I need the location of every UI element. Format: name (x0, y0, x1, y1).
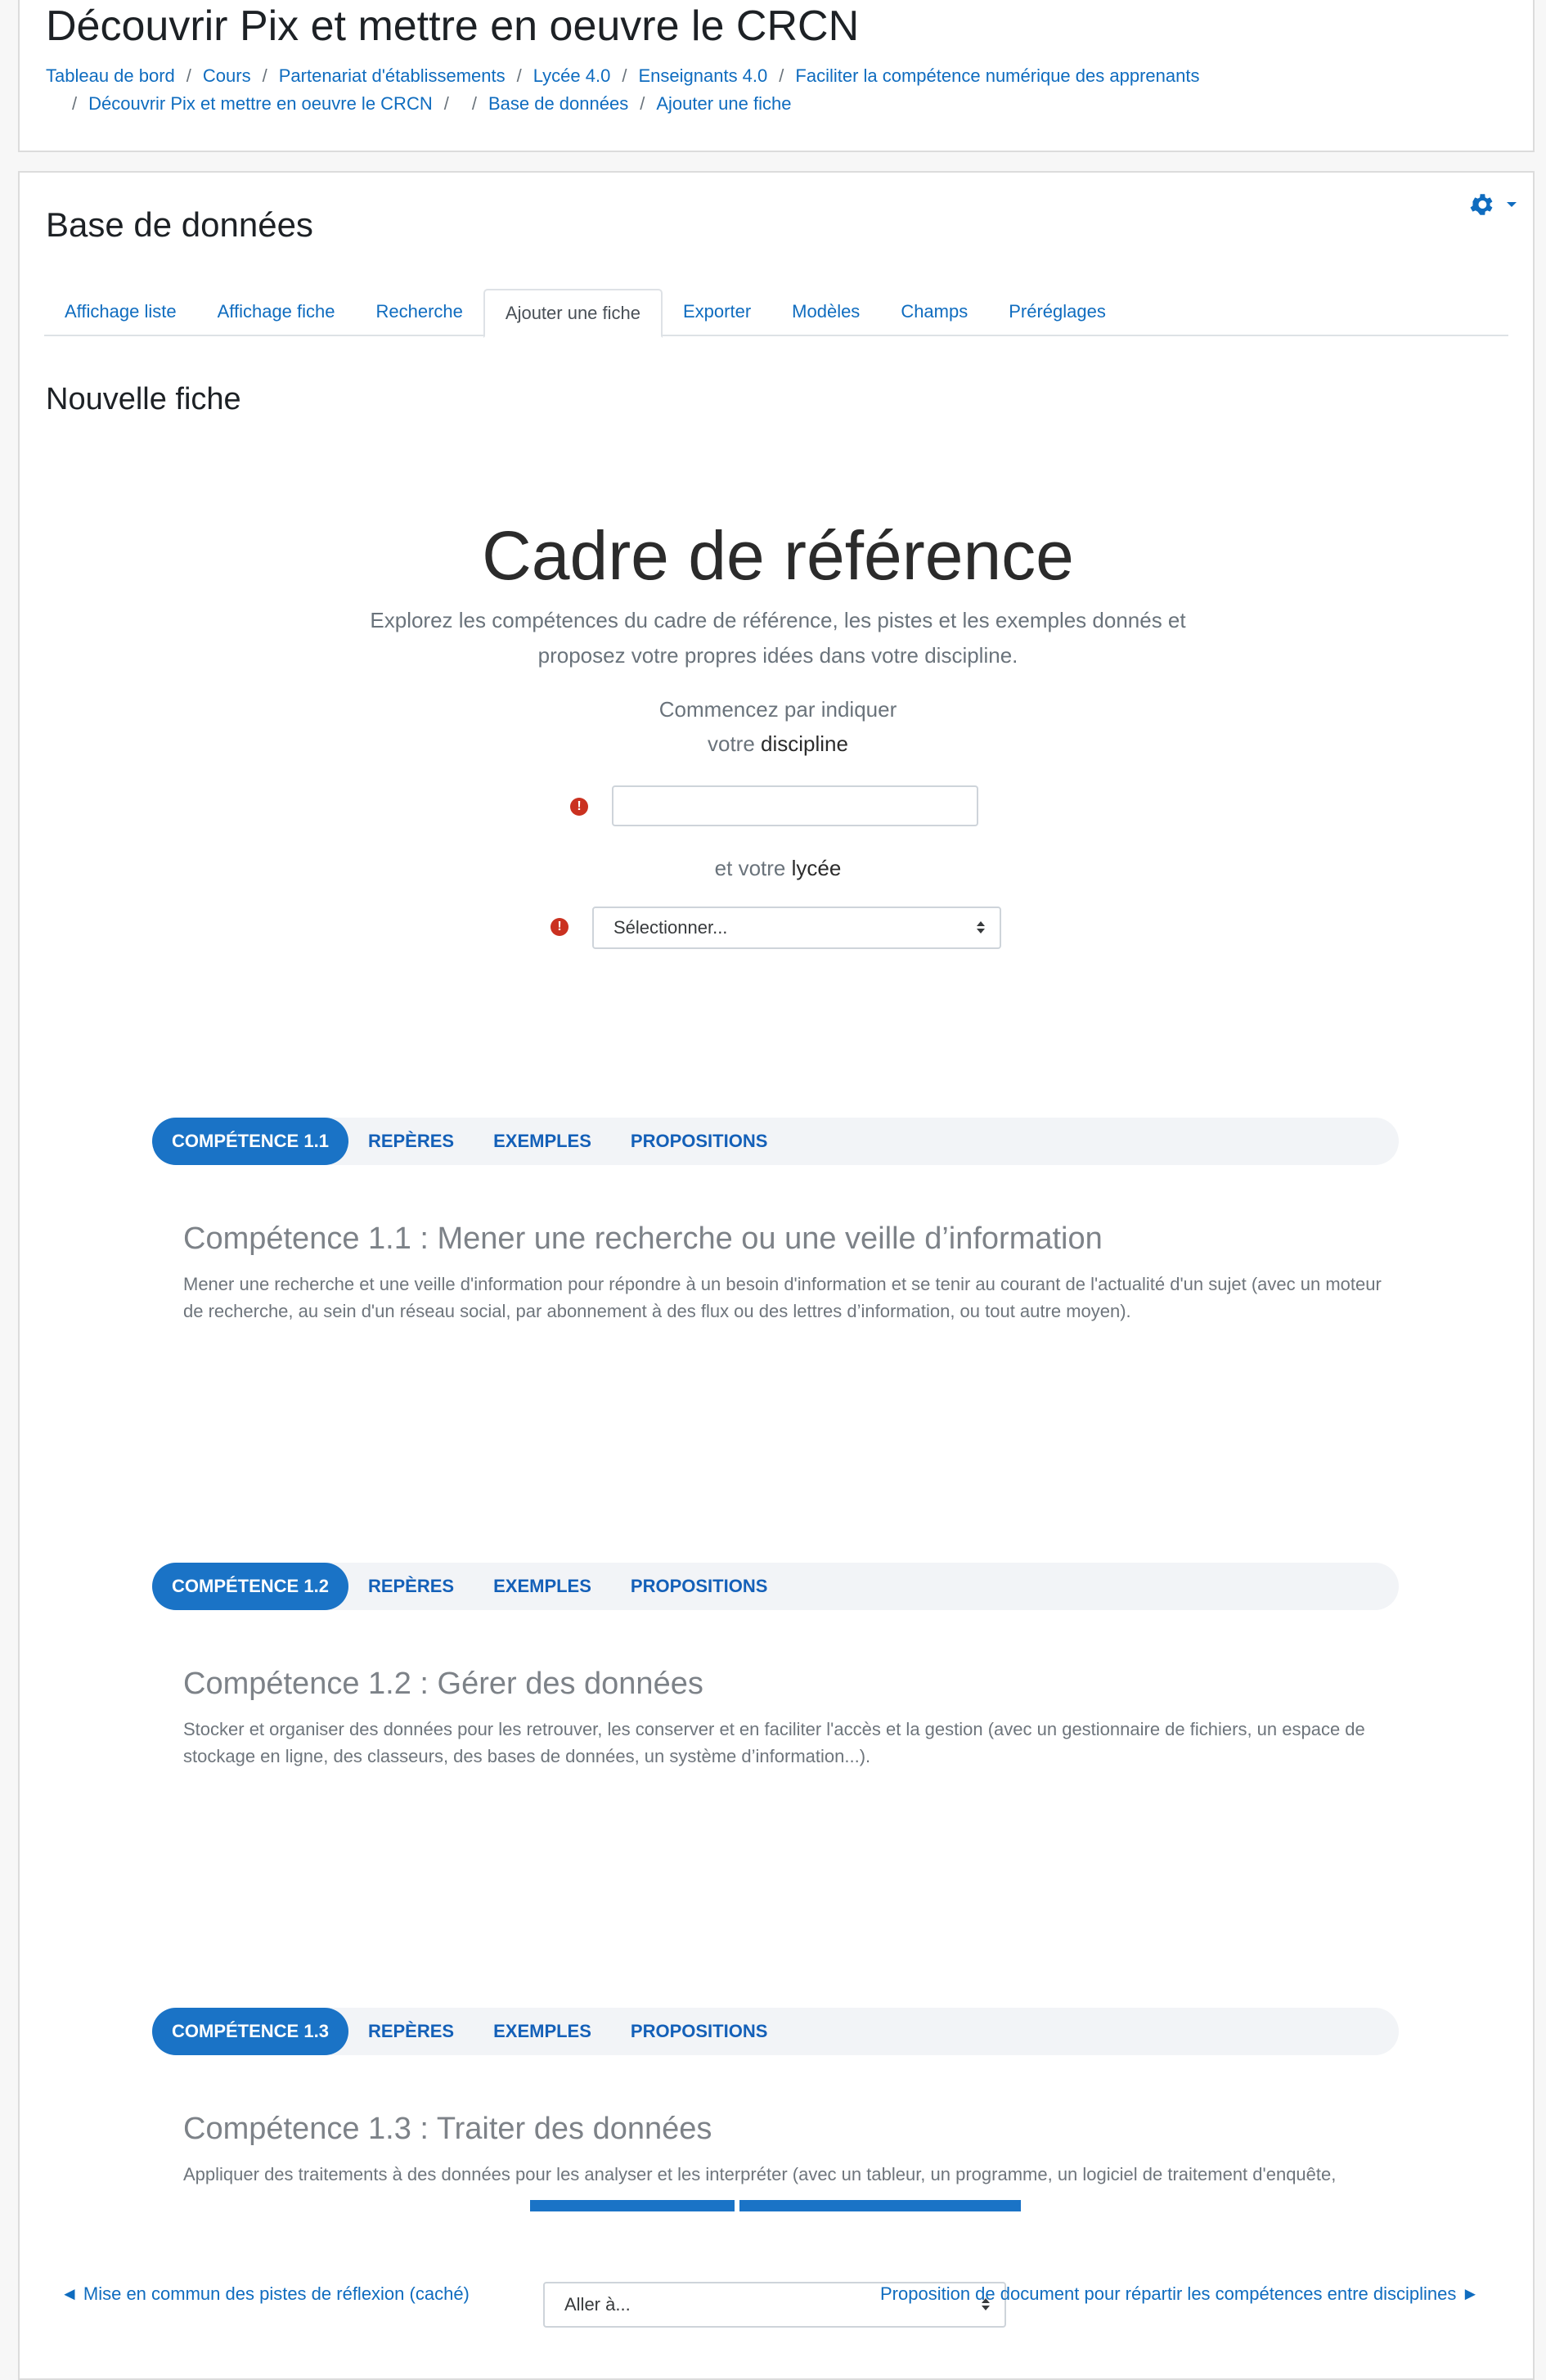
discipline-prompt-prefix: votre (708, 731, 762, 756)
page-title: Base de données (46, 205, 313, 244)
chevron-down-icon (1507, 202, 1517, 207)
tab-propositions[interactable]: PROPOSITIONS (611, 1563, 787, 1610)
tab-reperes[interactable]: REPÈRES (348, 1118, 474, 1165)
lycee-prompt-bold: lycée (791, 856, 842, 880)
competence-description: Mener une recherche et une veille d'info… (183, 1274, 1382, 1321)
tab-list-view[interactable]: Affichage liste (44, 289, 197, 335)
tab-presets[interactable]: Préréglages (988, 289, 1126, 335)
breadcrumb: Tableau de bord / Cours / Partenariat d'étab… (46, 65, 1200, 86)
competence-description: Appliquer des traitements à des données … (183, 2164, 1337, 2184)
breadcrumb-lycee[interactable]: Lycée 4.0 (533, 65, 611, 86)
discipline-prompt-line1: Commencez par indiquer (658, 697, 897, 722)
tab-propositions[interactable]: PROPOSITIONS (611, 1118, 787, 1165)
next-activity-link[interactable]: Proposition de document pour répartir le… (880, 2283, 1479, 2305)
settings-menu[interactable] (1467, 191, 1517, 218)
intro-line-1: Explorez les compétences du cadre de réf… (370, 608, 1186, 632)
breadcrumb-continued: / Découvrir Pix et mettre en oeuvre le CR… (72, 93, 792, 114)
discipline-prompt-bold: discipline (761, 731, 848, 756)
breadcrumb-faciliter[interactable]: Faciliter la compétence numérique des ap… (795, 65, 1199, 86)
competence-tabs: COMPÉTENCE 1.2 REPÈRES EXEMPLES PROPOSIT… (152, 1563, 1399, 1610)
breadcrumb-dashboard[interactable]: Tableau de bord (46, 65, 175, 86)
tab-exemples[interactable]: EXEMPLES (474, 1563, 611, 1610)
course-title: Découvrir Pix et mettre en oeuvre le CRC… (46, 2, 860, 50)
action-button[interactable] (739, 2200, 1021, 2211)
breadcrumb-partnership[interactable]: Partenariat d'établissements (279, 65, 506, 86)
previous-activity-link[interactable]: ◄ Mise en commun des pistes de réflexion… (61, 2283, 470, 2305)
select-arrows-icon (977, 921, 985, 934)
intro-line-2: proposez votre propres idées dans votre … (537, 643, 1018, 668)
jump-to-select-value: Aller à... (564, 2294, 631, 2315)
lycee-select[interactable]: Sélectionner... (592, 907, 1001, 949)
breadcrumb-courses[interactable]: Cours (203, 65, 251, 86)
tab-propositions[interactable]: PROPOSITIONS (611, 2008, 787, 2055)
tab-competence[interactable]: COMPÉTENCE 1.3 (152, 2008, 348, 2055)
tab-exemples[interactable]: EXEMPLES (474, 2008, 611, 2055)
competence-tabs: COMPÉTENCE 1.3 REPÈRES EXEMPLES PROPOSIT… (152, 2008, 1399, 2055)
lycee-select-value: Sélectionner... (613, 917, 728, 938)
lycee-prompt: et votre lycée (20, 856, 1536, 881)
tab-search[interactable]: Recherche (356, 289, 483, 335)
discipline-prompt: votre discipline (20, 731, 1536, 757)
new-entry-heading: Nouvelle fiche (46, 382, 241, 416)
action-button[interactable] (530, 2200, 735, 2211)
competence-title: Compétence 1.3 : Traiter des données (183, 2112, 712, 2146)
breadcrumb-add-entry[interactable]: Ajouter une fiche (656, 93, 791, 114)
lycee-prompt-prefix: et votre (714, 856, 792, 880)
tab-competence[interactable]: COMPÉTENCE 1.2 (152, 1563, 348, 1610)
competence-tabs: COMPÉTENCE 1.1 REPÈRES EXEMPLES PROPOSIT… (152, 1118, 1399, 1165)
discipline-input[interactable] (612, 785, 978, 826)
tab-export[interactable]: Exporter (663, 289, 771, 335)
required-icon: ! (570, 798, 588, 816)
tab-single-view[interactable]: Affichage fiche (197, 289, 356, 335)
tab-competence[interactable]: COMPÉTENCE 1.1 (152, 1118, 348, 1165)
breadcrumb-database[interactable]: Base de données (488, 93, 628, 114)
breadcrumb-course[interactable]: Découvrir Pix et mettre en oeuvre le CRC… (88, 93, 433, 114)
hero-title: Cadre de référence (482, 517, 1074, 594)
tab-exemples[interactable]: EXEMPLES (474, 1118, 611, 1165)
database-tabs: Affichage liste Affichage fiche Recherch… (44, 289, 1508, 338)
tab-fields[interactable]: Champs (880, 289, 988, 335)
competence-title: Compétence 1.1 : Mener une recherche ou … (183, 1221, 1103, 1256)
required-icon: ! (551, 918, 569, 936)
competence-description: Stocker et organiser des données pour le… (183, 1719, 1365, 1766)
page-header: Découvrir Pix et mettre en oeuvre le CRC… (18, 0, 1535, 152)
main-region: Base de données Affichage liste Affichag… (18, 171, 1535, 2380)
tab-reperes[interactable]: REPÈRES (348, 2008, 474, 2055)
competence-title: Compétence 1.2 : Gérer des données (183, 1667, 703, 1701)
tab-add-entry[interactable]: Ajouter une fiche (483, 289, 663, 338)
tab-reperes[interactable]: REPÈRES (348, 1563, 474, 1610)
tab-templates[interactable]: Modèles (771, 289, 880, 335)
breadcrumb-teachers[interactable]: Enseignants 4.0 (638, 65, 767, 86)
gear-icon (1470, 194, 1493, 215)
